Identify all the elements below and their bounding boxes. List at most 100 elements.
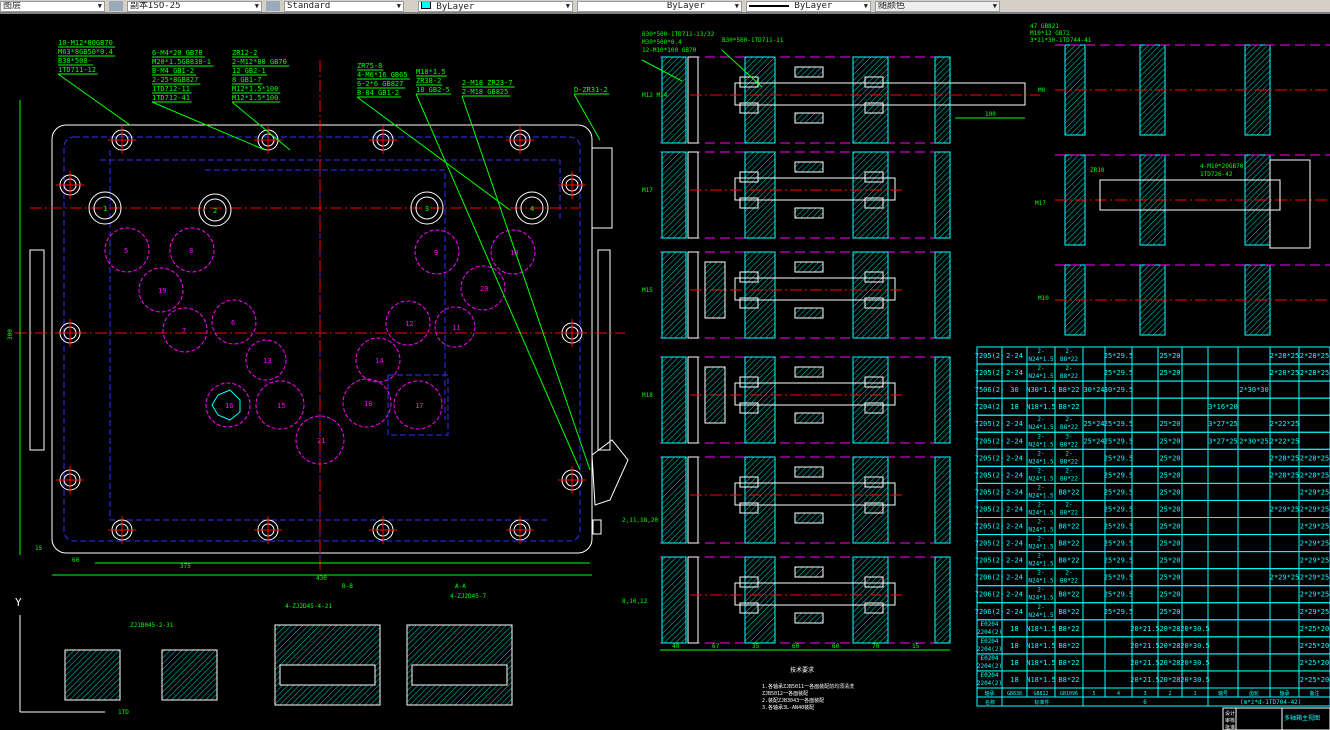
table-cell-text: B8*22 (1058, 625, 1079, 633)
table-cell-text: 2*28*25 (1270, 369, 1300, 377)
header-text: 3 (1143, 691, 1146, 697)
gear-number: 12 (405, 320, 413, 328)
table-cell-text: 25*20 (1159, 523, 1180, 531)
table-cell-text: 7204(2) (975, 403, 1005, 411)
leader-text: 1TD711-12 (58, 66, 96, 74)
table-cell-text: 2*29*25 (1270, 574, 1300, 582)
section-title: B-B (342, 583, 353, 590)
title-block-label: 批准 (1225, 724, 1235, 730)
chevron-down-icon: ▼ (992, 2, 997, 10)
dimstyle-value: 副本ISO-25 (130, 1, 181, 11)
table-cell-text: 25*20 (1159, 488, 1180, 496)
leader-text: B30*500-1TD711-13/32 (642, 31, 715, 38)
section-label: M12 M14 (642, 92, 668, 99)
linetype-combo[interactable]: ByLayer ▼ (577, 0, 742, 12)
table-cell-text: N24*1.5 (1028, 595, 1054, 602)
table-cell-text: B8*22 (1058, 488, 1079, 496)
plotstyle-value: 随颜色 (878, 1, 906, 11)
hatched-wall (744, 251, 776, 339)
dim-text: 35 (752, 643, 760, 650)
table-cell-text: 7205(2) (975, 488, 1005, 496)
chevron-down-icon: ▼ (254, 2, 259, 10)
leader-text: 2-M18 GB825 (462, 88, 508, 96)
dimstyle-icon (109, 1, 123, 11)
gear-hub (794, 512, 824, 524)
table-cell-text: E0204 (980, 672, 998, 679)
table-cell-text: 2204(2) (977, 629, 1002, 636)
table-cell-text: 2- (1037, 416, 1044, 423)
hatched-wall (934, 251, 951, 339)
gear-hub (794, 66, 824, 78)
table-cell-text: 2-24 (1006, 369, 1023, 377)
table-cell-text: 25*29.5 (1104, 557, 1134, 565)
hatched-wall (934, 56, 951, 144)
table-cell-text: 7205(2) (975, 471, 1005, 479)
table-cell-text: 2*28*25 (1300, 352, 1330, 360)
shaft-number: 2 (213, 207, 217, 215)
leader-text: 12 GB2-1 (232, 67, 266, 75)
table-cell-text: B8*22 (1058, 386, 1079, 394)
table-cell-text: 2*28*25 (1300, 454, 1330, 462)
dimstyle-combo[interactable]: 副本ISO-25 ▼ (127, 0, 262, 12)
table-cell-text: 2- (1037, 348, 1044, 355)
table-cell-text: 2- (1065, 416, 1072, 423)
dim-text: 430 (316, 575, 327, 582)
header-text: GB812 (1033, 691, 1048, 697)
plotstyle-combo[interactable]: 随颜色 ▼ (875, 0, 1000, 12)
leader-text: 3*21*30-1TD744-41 (1030, 37, 1092, 44)
textstyle-icon (266, 1, 280, 11)
table-cell-text: 18 (1010, 642, 1018, 650)
table-cell-text: 2*29*25 (1300, 523, 1330, 531)
table-cell-text: 20*30.5 (1180, 642, 1210, 650)
table-cell-text: 3*16*20 (1208, 403, 1238, 411)
table-cell-text: B8*22 (1058, 608, 1079, 616)
dim-text: 300 (7, 329, 14, 340)
color-combo[interactable]: ByLayer ▼ (418, 0, 573, 12)
leader-text: 4-M6*16 GB65 (357, 71, 408, 79)
drawing-canvas[interactable]: 1 2 3 45 81976139 102012 11141516 18 172110-M12*… (0, 14, 1330, 730)
table-cell-text: 25*29.5 (1104, 369, 1134, 377)
header-text: 5 (1092, 691, 1095, 697)
textstyle-combo[interactable]: Standard ▼ (284, 0, 404, 12)
detail-view-2 (161, 649, 218, 701)
table-cell-text: 2*22*25 (1270, 437, 1300, 445)
table-cell-text: 2-24 (1006, 574, 1023, 582)
table-cell-text: 2*30*30 (1239, 386, 1269, 394)
table-cell-text: 2*29*25 (1300, 540, 1330, 548)
layer-combo[interactable]: 图层 ▼ (0, 0, 105, 12)
table-cell-text: 20*21.5 (1130, 676, 1160, 684)
detail-label: 1TD726-42 (1200, 171, 1233, 178)
table-cell-text: 2-24 (1006, 420, 1023, 428)
table-cell-text: 2*29*25 (1300, 608, 1330, 616)
table-cell-text: 18 (1010, 403, 1018, 411)
hatched-wall (852, 56, 889, 144)
layer-value: 图层 (3, 1, 22, 11)
bore (279, 664, 376, 686)
table-cell-text: 18 (1010, 659, 1018, 667)
hatched-wall (934, 356, 951, 444)
table-cell-text: B8*22 (1060, 424, 1078, 431)
table-cell-text: B8*22 (1058, 523, 1079, 531)
lineweight-combo[interactable]: ByLayer ▼ (746, 0, 871, 12)
table-cell-text: B8*22 (1060, 475, 1078, 482)
table-cell-text: 2- (1037, 450, 1044, 457)
table-cell-text: 25*29.5 (1104, 352, 1134, 360)
hatched-wall (744, 456, 776, 544)
footer-text: 名称 (985, 699, 995, 706)
table-cell-text: N24*1.5 (1028, 544, 1054, 551)
ucs-y-label: Y (15, 596, 22, 609)
color-text: ByLayer (436, 2, 475, 12)
chevron-down-icon: ▼ (734, 2, 739, 10)
dim-text: 70 (872, 643, 880, 650)
table-cell-text: 18 (1010, 676, 1018, 684)
lineweight-value: ByLayer (749, 2, 832, 11)
title-block-label: 审核 (1225, 717, 1235, 724)
table-cell-text: 25*29.5 (1104, 420, 1134, 428)
table-cell-text: N24*1.5 (1028, 458, 1054, 465)
gear-number: 9 (434, 249, 438, 257)
table-cell-text: 18 (1010, 625, 1018, 633)
table-cell-text: 2*28*25 (1270, 352, 1300, 360)
table-cell-text: 20*28 (1159, 642, 1180, 650)
table-cell-text: 25*20 (1159, 471, 1180, 479)
gear-hub (794, 112, 824, 124)
